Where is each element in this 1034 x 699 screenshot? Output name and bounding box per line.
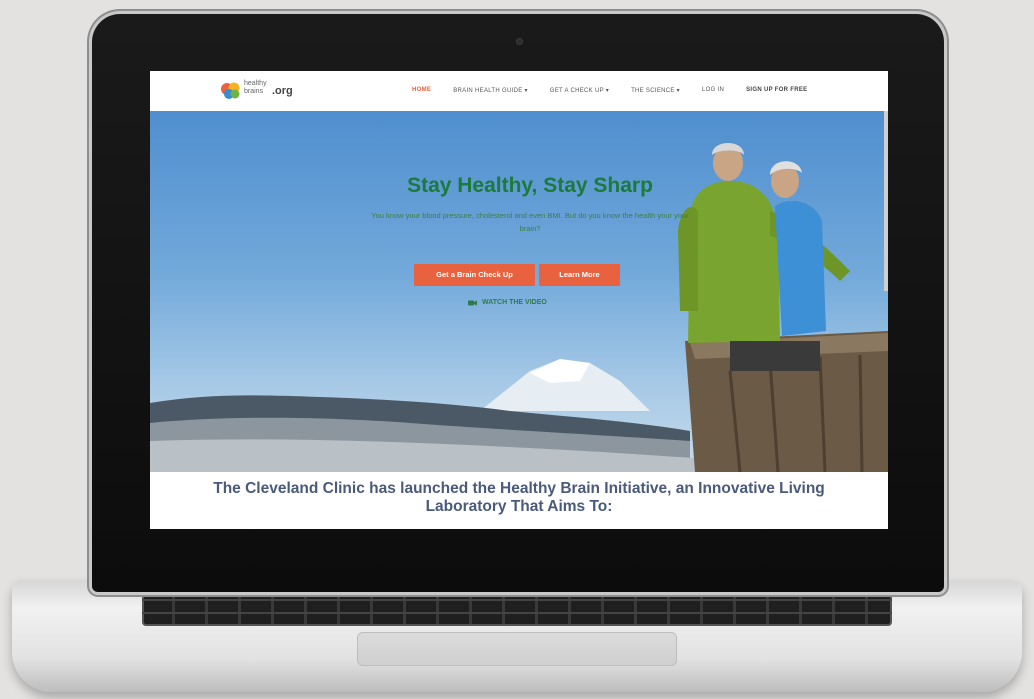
watch-video-link[interactable]: WATCH THE VIDEO [468,299,547,306]
keyboard [142,586,892,626]
get-brain-check-up-button[interactable]: Get a Brain Check Up [414,264,535,286]
nav-item-get-a-check-up[interactable]: GET A CHECK UP ▾ [550,87,609,94]
camera-icon [468,300,477,305]
trackpad [357,632,677,666]
hero-title: Stay Healthy, Stay Sharp [407,174,653,197]
site-navbar: healthy brains .org HOME BRAIN HEALTH GU… [150,71,888,112]
laptop-screen: healthy brains .org HOME BRAIN HEALTH GU… [150,71,888,529]
webcam-icon [516,38,523,45]
laptop-base [12,580,1022,692]
hero-banner: Stay Healthy, Stay Sharp You know your b… [150,111,888,472]
nav-item-the-science[interactable]: THE SCIENCE ▾ [631,87,680,94]
nav-item-sign-up[interactable]: SIGN UP FOR FREE [746,87,807,94]
watch-video-label: WATCH THE VIDEO [482,299,547,306]
hero-background-image [150,143,888,472]
hero-subtitle: You know your blood pressure, cholestero… [371,211,689,233]
nav-item-brain-health-guide[interactable]: BRAIN HEALTH GUIDE ▾ [453,87,528,94]
scrollbar[interactable] [884,111,888,291]
learn-more-button[interactable]: Learn More [539,264,620,286]
nav-menu: HOME BRAIN HEALTH GUIDE ▾ GET A CHECK UP… [412,87,808,94]
brain-logo-icon [221,82,240,99]
logo-domain: .org [272,85,293,97]
initiative-headline: The Cleveland Clinic has launched the He… [213,480,825,515]
nav-item-home[interactable]: HOME [412,87,431,94]
nav-item-log-in[interactable]: LOG IN [702,87,724,94]
